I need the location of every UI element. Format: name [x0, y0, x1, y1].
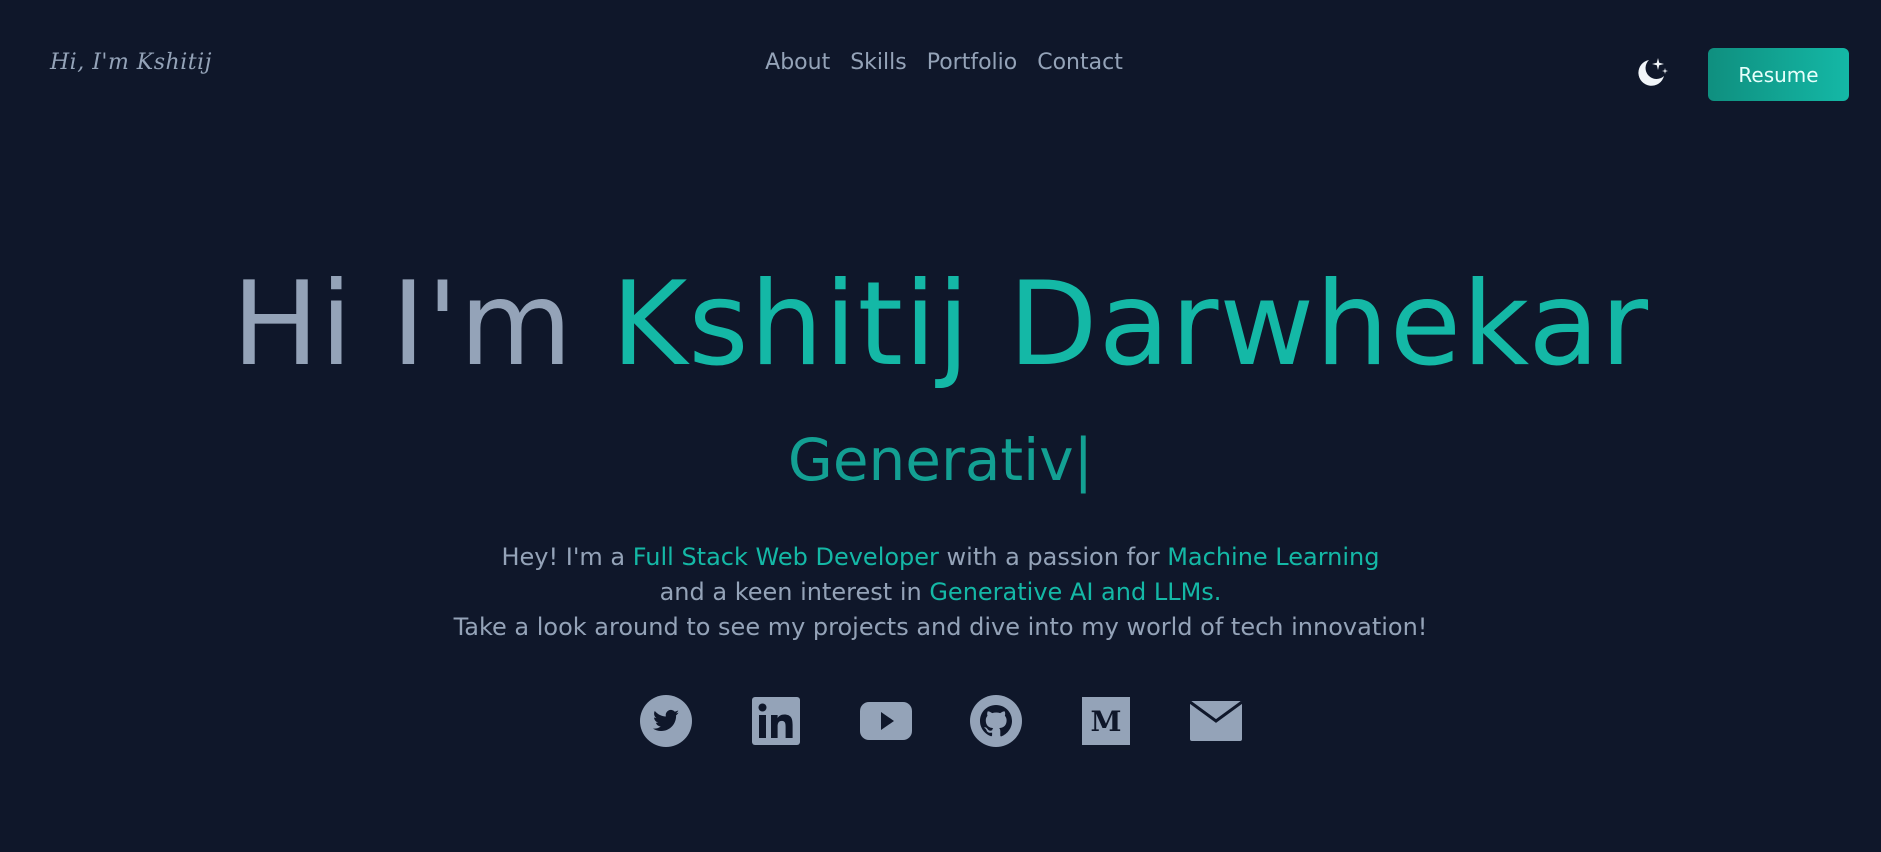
page: Hi, I'm Kshitij About Skills Portfolio C… — [0, 0, 1881, 852]
twitter-link[interactable] — [639, 694, 693, 748]
typed-role: Generativ| — [0, 425, 1881, 495]
nav-about[interactable]: About — [765, 50, 830, 75]
intro-text: and a keen interest in — [659, 578, 930, 606]
github-icon — [969, 695, 1022, 747]
hero-name: Kshitij Darwhekar — [611, 257, 1650, 392]
nav-skills[interactable]: Skills — [850, 50, 907, 75]
intro-line-2: and a keen interest in Generative AI and… — [0, 575, 1881, 610]
linkedin-icon — [751, 697, 800, 745]
linkedin-link[interactable] — [749, 694, 803, 748]
social-links: M — [0, 694, 1881, 748]
medium-icon: M — [1081, 697, 1130, 745]
typed-text: Generativ — [787, 426, 1074, 494]
svg-text:M: M — [1090, 705, 1121, 738]
nav-portfolio[interactable]: Portfolio — [927, 50, 1018, 75]
hero-title: Hi I'm Kshitij Darwhekar — [0, 255, 1881, 395]
github-link[interactable] — [969, 694, 1023, 748]
intro-line-3: Take a look around to see my projects an… — [453, 613, 1428, 641]
main-nav: About Skills Portfolio Contact — [0, 50, 1881, 75]
intro-text: Hey! I'm a — [501, 543, 633, 571]
intro-text: with a passion for — [938, 543, 1168, 571]
youtube-icon — [859, 702, 912, 740]
intro-highlight-ml: Machine Learning — [1167, 543, 1380, 571]
typing-cursor: | — [1073, 426, 1094, 494]
resume-button[interactable]: Resume — [1708, 48, 1849, 101]
email-link[interactable] — [1188, 694, 1243, 748]
theme-toggle[interactable] — [1634, 54, 1670, 90]
intro-line-1: Hey! I'm a Full Stack Web Developer with… — [0, 540, 1881, 575]
twitter-icon — [639, 695, 692, 747]
youtube-link[interactable] — [859, 694, 913, 748]
hero-greeting: Hi I'm — [231, 257, 612, 392]
email-icon — [1188, 700, 1243, 741]
intro-highlight-fullstack: Full Stack Web Developer — [632, 543, 939, 571]
moon-stars-icon — [1638, 58, 1668, 86]
medium-link[interactable]: M — [1079, 694, 1133, 748]
intro-highlight-genai: Generative AI and LLMs. — [929, 578, 1222, 606]
intro-paragraph: Hey! I'm a Full Stack Web Developer with… — [0, 540, 1881, 645]
nav-contact[interactable]: Contact — [1037, 50, 1123, 75]
